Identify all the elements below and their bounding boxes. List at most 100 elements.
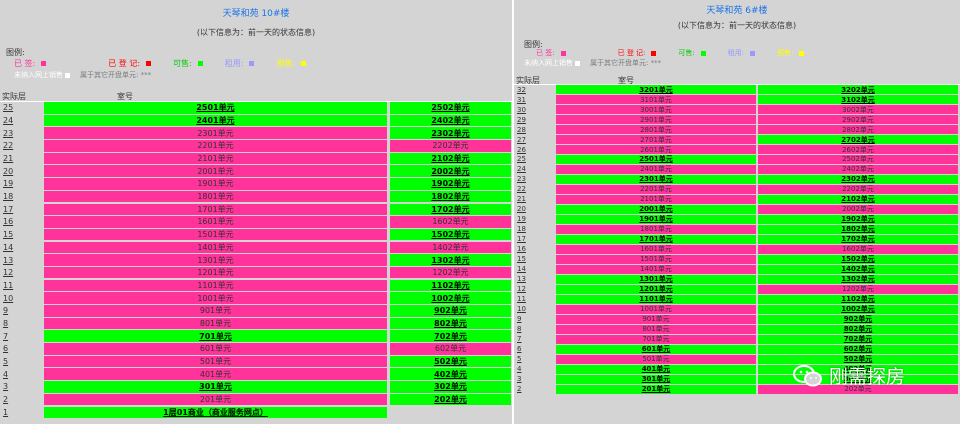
unit-cell[interactable]: 1801单元 [44, 190, 387, 203]
unit-cell[interactable]: 1802单元 [758, 224, 958, 234]
unit-cell[interactable]: 1801单元 [556, 224, 756, 234]
unit-cell[interactable]: 602单元 [390, 343, 511, 355]
unit-cell[interactable]: 2502单元 [758, 154, 958, 165]
unit-cell[interactable]: 2102单元 [758, 194, 958, 205]
unit-cell[interactable]: 1202单元 [390, 266, 511, 279]
unit-cell[interactable]: 1201单元 [44, 266, 387, 279]
unit-cell[interactable]: 1702单元 [758, 234, 958, 244]
unit-cell[interactable]: 3002单元 [758, 104, 958, 115]
unit-cell[interactable]: 2201单元 [44, 140, 387, 152]
unit-cell[interactable]: 1102单元 [758, 294, 958, 304]
unit-cell[interactable]: 2501单元 [44, 102, 387, 114]
unit-cell[interactable]: 2302单元 [390, 127, 511, 139]
unit-cell[interactable]: 1302单元 [390, 254, 511, 266]
unit-cell[interactable]: 1301单元 [44, 254, 387, 266]
unit-cell[interactable]: 1401单元 [44, 241, 387, 254]
unit-cell[interactable]: 2001单元 [556, 204, 756, 214]
unit-cell[interactable]: 2902单元 [758, 114, 958, 125]
unit-cell[interactable]: 2602单元 [758, 144, 958, 155]
unit-cell[interactable]: 1901单元 [556, 214, 756, 224]
unit-cell[interactable]: 702单元 [390, 330, 511, 342]
unit-cell[interactable]: 901单元 [44, 305, 387, 317]
unit-cell[interactable]: 1101单元 [556, 294, 756, 304]
unit-cell[interactable]: 1901单元 [44, 178, 387, 190]
unit-cell[interactable]: 3102单元 [758, 94, 958, 105]
unit-cell[interactable]: 3001单元 [556, 104, 756, 115]
unit-cell[interactable]: 2201单元 [556, 184, 756, 195]
unit-cell[interactable]: 501单元 [44, 355, 387, 368]
unit-cell[interactable]: 1502单元 [758, 254, 958, 264]
unit-cell[interactable]: 802单元 [758, 324, 958, 334]
unit-cell[interactable]: 2301单元 [556, 174, 756, 185]
unit-cell[interactable]: 701单元 [556, 334, 756, 344]
unit-cell[interactable]: 1202单元 [758, 284, 958, 294]
unit-cell[interactable]: 1402单元 [758, 264, 958, 274]
unit-cell[interactable]: 501单元 [556, 354, 756, 364]
unit-cell[interactable]: 1601单元 [556, 244, 756, 254]
unit-cell[interactable]: 1201单元 [556, 284, 756, 294]
unit-cell[interactable]: 2202单元 [758, 184, 958, 195]
unit-cell[interactable]: 2102单元 [390, 152, 511, 165]
unit-cell[interactable]: 401单元 [556, 364, 756, 374]
unit-cell[interactable]: 1层01商业（商业服务网点） [44, 406, 387, 418]
unit-cell[interactable]: 302单元 [390, 381, 511, 393]
unit-cell[interactable]: 1502单元 [390, 228, 511, 241]
unit-cell[interactable]: 2101单元 [44, 152, 387, 165]
unit-cell[interactable]: 2901单元 [556, 114, 756, 125]
unit-cell[interactable]: 201单元 [556, 384, 756, 394]
unit-cell[interactable]: 901单元 [556, 314, 756, 324]
unit-cell[interactable]: 602单元 [758, 344, 958, 354]
unit-cell[interactable]: 2101单元 [556, 194, 756, 205]
unit-cell[interactable]: 402单元 [390, 368, 511, 380]
unit-cell[interactable]: 1002单元 [390, 292, 511, 304]
unit-cell[interactable]: 2702单元 [758, 134, 958, 145]
unit-cell[interactable]: 2002单元 [758, 204, 958, 214]
unit-cell[interactable]: 701单元 [44, 330, 387, 342]
unit-cell[interactable]: 1902单元 [758, 214, 958, 224]
unit-cell[interactable]: 201单元 [44, 393, 387, 406]
unit-cell[interactable]: 1001单元 [556, 304, 756, 314]
unit-cell[interactable]: 2701单元 [556, 134, 756, 145]
unit-cell[interactable]: 902单元 [390, 305, 511, 317]
unit-cell[interactable]: 601单元 [556, 344, 756, 354]
unit-cell[interactable]: 702单元 [758, 334, 958, 344]
unit-cell[interactable]: 2401单元 [556, 164, 756, 175]
unit-cell[interactable]: 801单元 [44, 317, 387, 330]
unit-cell[interactable]: 2601单元 [556, 144, 756, 155]
unit-cell[interactable]: 2001单元 [44, 165, 387, 177]
unit-cell[interactable]: 1701单元 [44, 203, 387, 215]
unit-cell[interactable]: 2501单元 [556, 154, 756, 165]
unit-cell[interactable]: 1301单元 [556, 274, 756, 284]
unit-cell[interactable]: 1401单元 [556, 264, 756, 274]
unit-cell[interactable]: 1602单元 [758, 244, 958, 254]
unit-cell[interactable]: 2202单元 [390, 140, 511, 152]
unit-cell[interactable]: 1701单元 [556, 234, 756, 244]
unit-cell[interactable]: 1602单元 [390, 216, 511, 228]
unit-cell[interactable]: 2002单元 [390, 165, 511, 177]
unit-cell[interactable]: 2801单元 [556, 124, 756, 135]
unit-cell[interactable]: 1902单元 [390, 178, 511, 190]
unit-cell[interactable]: 1501单元 [44, 228, 387, 241]
unit-cell[interactable]: 1501单元 [556, 254, 756, 264]
unit-cell[interactable]: 1601单元 [44, 216, 387, 228]
unit-cell[interactable]: 401单元 [44, 368, 387, 380]
unit-cell[interactable]: 3201单元 [556, 85, 756, 95]
unit-cell[interactable]: 601单元 [44, 343, 387, 355]
unit-cell[interactable]: 2402单元 [390, 114, 511, 127]
unit-cell[interactable]: 2301单元 [44, 127, 387, 139]
unit-cell[interactable]: 2402单元 [758, 164, 958, 175]
unit-cell[interactable]: 502单元 [390, 355, 511, 368]
unit-cell[interactable]: 301单元 [556, 374, 756, 384]
unit-cell[interactable]: 1702单元 [390, 203, 511, 215]
unit-cell[interactable]: 1802单元 [390, 190, 511, 203]
unit-cell[interactable]: 2502单元 [390, 102, 511, 114]
unit-cell[interactable]: 3202单元 [758, 85, 958, 95]
unit-cell[interactable]: 902单元 [758, 314, 958, 324]
unit-cell[interactable]: 1302单元 [758, 274, 958, 284]
unit-cell[interactable]: 3101单元 [556, 94, 756, 105]
unit-cell[interactable]: 1102单元 [390, 279, 511, 292]
unit-cell[interactable]: 1101单元 [44, 279, 387, 292]
unit-cell[interactable]: 1402单元 [390, 241, 511, 254]
unit-cell[interactable]: 2302单元 [758, 174, 958, 185]
unit-cell[interactable]: 802单元 [390, 317, 511, 330]
